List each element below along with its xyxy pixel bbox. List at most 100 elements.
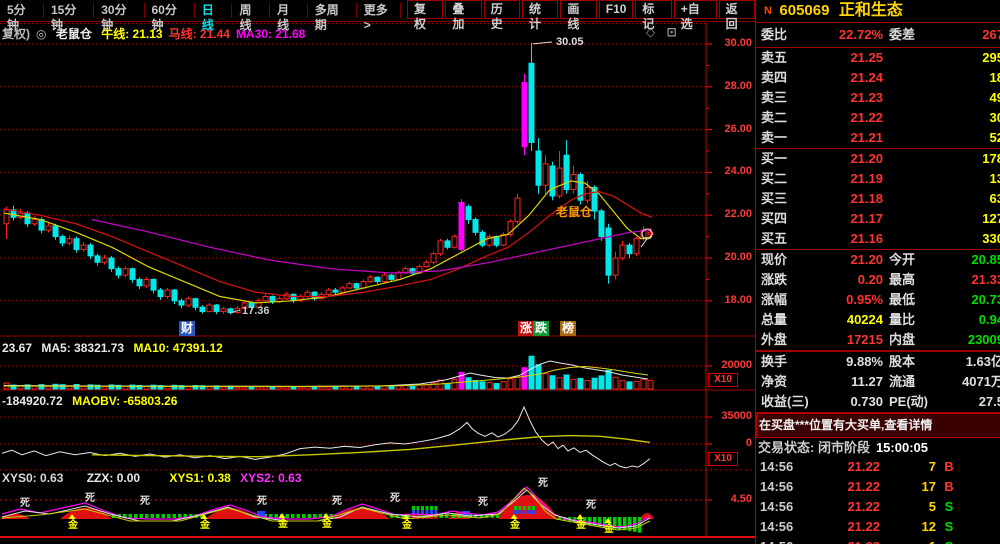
clock-icon[interactable]: ◎ [36,27,46,41]
action-buttons: 复权叠加历史统计画线F10标记+自选返回 [405,0,755,21]
action-overlay[interactable]: 叠加 [445,0,481,19]
obv-ma: MAOBV: -65803.26 [72,394,177,408]
quote-row: 涨跌0.20最高21.33 [756,270,1000,290]
vol-multiplier: X10 [708,373,738,387]
tab-15min[interactable]: 15分钟 [44,3,94,18]
top-toolbar: 5分钟15分钟30分钟60分钟日线周线月线多周期更多> 复权叠加历史统计画线F1… [0,0,755,22]
price-tick-label: 30.00 [710,37,752,49]
obv-tick-label: 35000 [710,410,752,422]
svg-text:死: 死 [390,492,400,504]
quote-row: 收益(三)0.730PE(动)27.5 [756,392,1000,412]
tick-row: 14:5621.225S2 [756,497,1000,517]
trade-status: 交易状态: 闭市阶段15:00:05 [756,438,1000,457]
low-annotation: 17.36 [242,305,270,317]
quote-panel: N 605069 正和生态 委比22.72%委差267卖五21.25295卖四2… [755,0,1000,544]
svg-text:金: 金 [603,522,615,535]
stock-name: 正和生态 [839,2,903,19]
xys0-value: XYS0: 0.63 [2,471,63,485]
quote-row: 现价21.20今开20.85 [756,250,1000,270]
svg-text:死: 死 [257,495,267,507]
quote-row: 涨幅0.95%最低20.73 [756,290,1000,310]
tick-row: 14:5621.221S1 [756,537,1000,544]
order-book-row[interactable]: 买二21.1913 [756,169,1000,189]
tick-row: 14:5621.2212S4 [756,517,1000,537]
gainers-chip[interactable]: 涨 [518,321,534,336]
action-f10[interactable]: F10 [599,0,634,19]
action-mark[interactable]: 标记 [635,0,671,19]
tick-row: 14:5621.227B1 [756,457,1000,477]
order-book-row[interactable]: 卖五21.25295 [756,48,1000,68]
alert-banner[interactable]: 在买盘***位置有大买单,查看详情 [756,413,1000,438]
price-tick-label: 26.00 [710,123,752,135]
action-add-watchlist[interactable]: +自选 [674,0,717,19]
svg-text:死: 死 [20,497,30,509]
tab-week[interactable]: 周线 [232,3,270,18]
order-book-row[interactable]: 买三21.1863 [756,189,1000,209]
xys1-value: XYS1: 0.38 [169,471,230,485]
tab-day[interactable]: 日线 [195,3,233,18]
svg-text:金: 金 [199,518,211,531]
svg-text:金: 金 [321,517,333,530]
xys2-value: XYS2: 0.63 [240,471,301,485]
svg-text:死: 死 [586,499,596,511]
order-book-row[interactable]: 卖二21.2230 [756,108,1000,128]
svg-text:死: 死 [478,496,488,508]
finance-chip[interactable]: 财 [179,321,195,336]
high-annotation: 30.05 [556,36,584,48]
order-book-row[interactable]: 卖三21.2349 [756,88,1000,108]
losers-chip[interactable]: 跌 [533,321,549,336]
quote-row: 换手9.88%股本1.63亿 [756,352,1000,372]
order-book-row[interactable]: 卖一21.2152 [756,128,1000,148]
order-book-row[interactable]: 买一21.20178 [756,149,1000,169]
tab-60min[interactable]: 60分钟 [145,3,195,18]
svg-text:金: 金 [509,518,521,531]
tab-more[interactable]: 更多> [357,3,401,18]
ma-value: 马线: 21.44 [169,27,230,41]
tick-row: 14:5621.2217B3 [756,477,1000,497]
window-icon[interactable]: ⊡ [667,25,677,39]
volume-header: 23.67 MA5: 38321.73 MA10: 47391.12 [2,341,229,355]
obv-value: -184920.72 [2,394,63,408]
action-fuquan[interactable]: 复权 [407,0,443,19]
price-tick-label: 28.00 [710,80,752,92]
action-history[interactable]: 历史 [484,0,520,19]
quote-body: 委比22.72%委差267卖五21.25295卖四21.2418卖三21.234… [756,23,1000,457]
quote-row: 外盘17215内盘23009 [756,330,1000,350]
stock-code: 605069 [779,2,829,19]
trading-terminal: 死死死死死死死死死金金金金金金金金 复权)◎ 老鼠仓 牛线: 21.13马线: … [0,0,1000,544]
mouse-position-label: 老鼠仓 [556,203,592,220]
ranking-chip[interactable]: 榜 [560,321,576,336]
svg-text:金: 金 [67,518,79,531]
vol-ma10: MA10: 47391.12 [133,341,222,355]
xys-tick-label: 4.50 [710,493,752,505]
tab-5min[interactable]: 5分钟 [0,3,44,18]
svg-text:死: 死 [332,495,342,507]
price-tick-label: 22.00 [710,208,752,220]
order-book-row[interactable]: 买四21.17127 [756,209,1000,229]
price-tick-label: 20.00 [710,251,752,263]
obv-tick-label: 0 [710,437,752,449]
main-chart-svg: 死死死死死死死死死金金金金金金金金 [0,0,755,544]
zzx-value: ZZX: 0.00 [87,471,140,485]
quote-row: 总量40224量比0.94 [756,310,1000,330]
price-tick-label: 18.00 [710,294,752,306]
vol-tick-label: 20000 [710,359,752,371]
action-drawline[interactable]: 画线 [560,0,596,19]
svg-text:死: 死 [538,477,548,489]
tab-multi[interactable]: 多周期 [308,3,357,18]
new-stock-badge: N [764,5,772,17]
tab-month[interactable]: 月线 [270,3,308,18]
svg-text:金: 金 [277,517,289,530]
chart-region: 死死死死死死死死死金金金金金金金金 复权)◎ 老鼠仓 牛线: 21.13马线: … [0,0,755,544]
svg-text:金: 金 [401,518,413,531]
action-back[interactable]: 返回 [719,0,755,19]
order-book-row[interactable]: 卖四21.2418 [756,68,1000,88]
action-stats[interactable]: 统计 [522,0,558,19]
xys-header: XYS0: 0.63 ZZX: 0.00 XYS1: 0.38 XYS2: 0.… [2,471,308,485]
tick-list: 14:5621.227B114:5621.2217B314:5621.225S2… [756,457,1000,544]
order-book-row[interactable]: 买五21.16330 [756,229,1000,249]
obv-header: -184920.72 MAOBV: -65803.26 [2,394,183,408]
tab-30min[interactable]: 30分钟 [94,3,144,18]
period-tabs: 5分钟15分钟30分钟60分钟日线周线月线多周期更多> [0,0,401,21]
stock-title: N 605069 正和生态 [756,0,1000,22]
